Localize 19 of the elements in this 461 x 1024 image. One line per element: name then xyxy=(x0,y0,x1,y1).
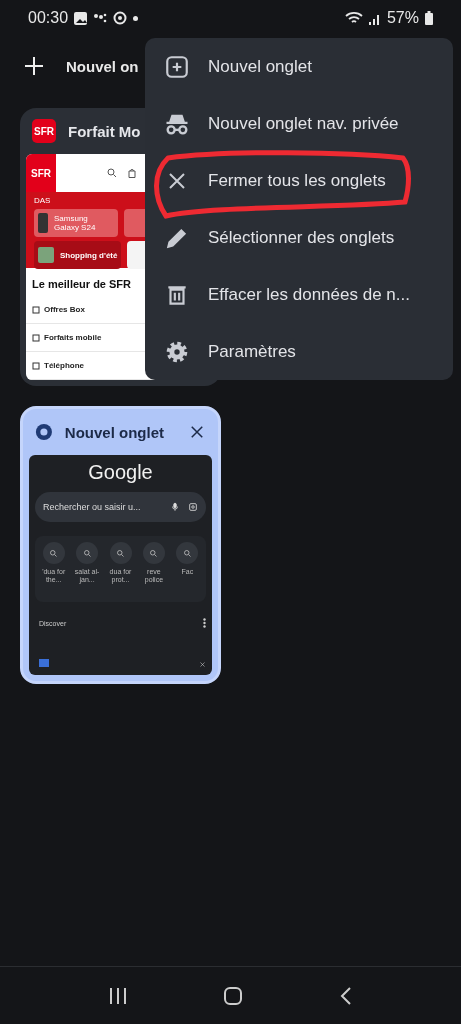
menu-item[interactable]: Nouvel onglet xyxy=(163,41,453,92)
battery-percentage: 57% xyxy=(386,9,419,27)
site-logo: SFR xyxy=(26,154,56,192)
google-logo: Google xyxy=(87,460,154,485)
tab-title: Forfait Mo xyxy=(68,122,141,140)
tab-title: Nouvel onglet xyxy=(64,423,164,441)
product-tile[interactable]: Shopping d'été xyxy=(34,241,122,269)
category-link[interactable]: Forfaits mobile xyxy=(44,333,102,342)
category-link[interactable]: Offres Box xyxy=(44,305,85,314)
das-label: DAS xyxy=(34,196,52,205)
section-heading: Le meilleur de SFR xyxy=(32,278,132,290)
site-favicon: SFR xyxy=(32,119,56,143)
product-name: Samsung Galaxy S24 xyxy=(54,214,97,232)
search-field[interactable]: Rechercher ou saisir u... xyxy=(35,492,206,522)
status-time: 00:30 xyxy=(28,9,69,27)
category-link[interactable]: Téléphone xyxy=(44,361,84,370)
promo-label: Shopping d'été xyxy=(60,250,118,260)
product-tile[interactable]: Samsung Galaxy S24 xyxy=(34,209,118,237)
new-tab-label[interactable]: Nouvel on xyxy=(66,57,139,75)
